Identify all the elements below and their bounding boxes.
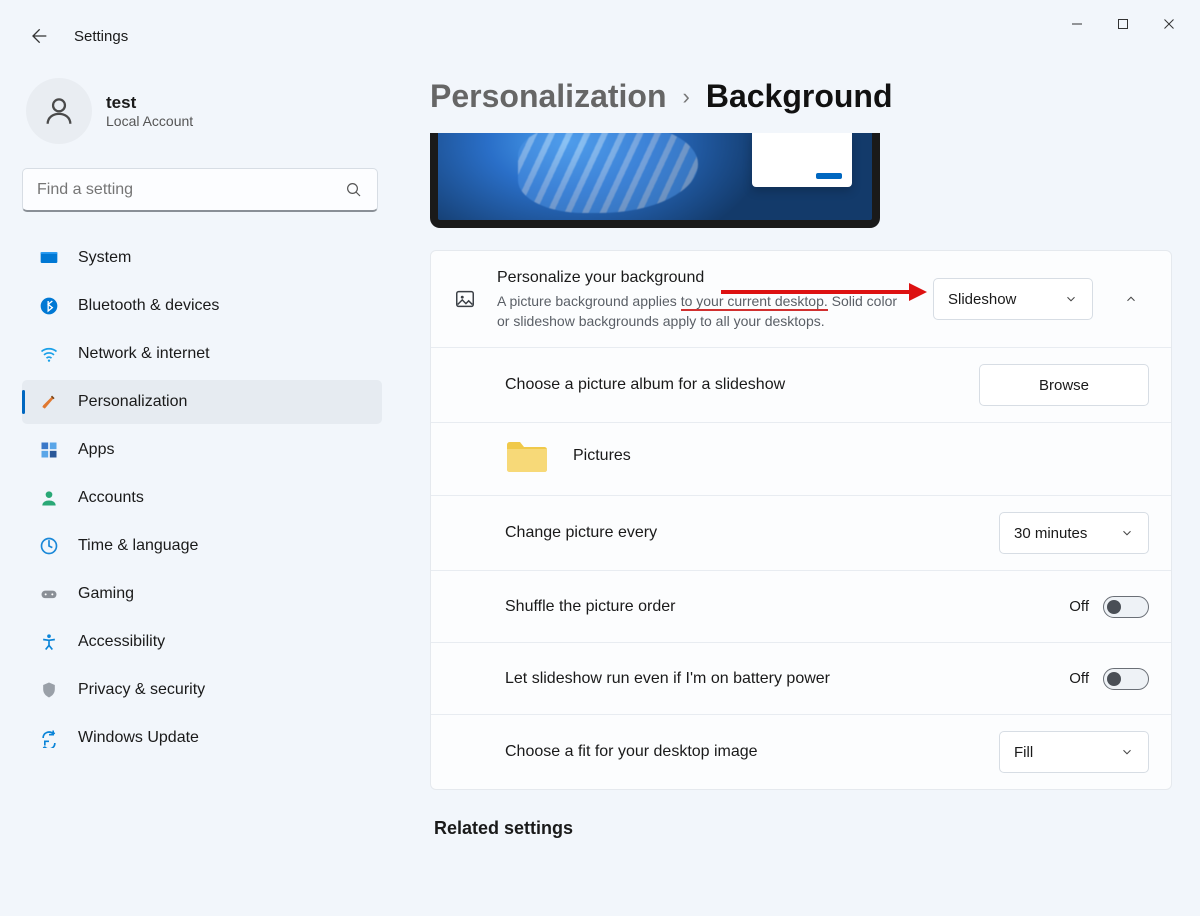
wifi-icon (38, 343, 60, 365)
nav-label: Windows Update (78, 729, 199, 747)
row-title: Change picture every (505, 522, 979, 544)
nav-label: Privacy & security (78, 681, 205, 699)
user-block[interactable]: test Local Account (22, 78, 382, 144)
dropdown-value: Fill (1014, 744, 1033, 761)
row-title: Let slideshow run even if I'm on battery… (505, 668, 1049, 690)
toggle-state-label: Off (1069, 598, 1089, 615)
nav-label: Apps (78, 441, 114, 459)
desktop-preview (430, 133, 880, 228)
person-icon (38, 487, 60, 509)
system-icon (38, 247, 60, 269)
nav-personalization[interactable]: Personalization (22, 380, 382, 424)
row-title: Choose a fit for your desktop image (505, 741, 979, 763)
globe-clock-icon (38, 535, 60, 557)
dropdown-value: 30 minutes (1014, 525, 1087, 542)
selected-album-row[interactable]: Pictures (431, 423, 1171, 496)
nav-privacy[interactable]: Privacy & security (22, 668, 382, 712)
row-fit: Choose a fit for your desktop image Fill (431, 715, 1171, 789)
search-input[interactable] (37, 181, 345, 199)
dropdown-value: Slideshow (948, 291, 1016, 308)
nav-apps[interactable]: Apps (22, 428, 382, 472)
nav-gaming[interactable]: Gaming (22, 572, 382, 616)
nav-label: Bluetooth & devices (78, 297, 219, 315)
nav-label: Accounts (78, 489, 144, 507)
row-battery: Let slideshow run even if I'm on battery… (431, 643, 1171, 715)
nav-label: Gaming (78, 585, 134, 603)
search-box[interactable] (22, 168, 378, 212)
row-shuffle: Shuffle the picture order Off (431, 571, 1171, 643)
row-change-interval: Change picture every 30 minutes (431, 496, 1171, 571)
nav-label: Accessibility (78, 633, 165, 651)
chevron-right-icon: › (683, 84, 690, 110)
bluetooth-icon (38, 295, 60, 317)
row-title: Shuffle the picture order (505, 596, 1049, 618)
interval-dropdown[interactable]: 30 minutes (999, 512, 1149, 554)
close-button[interactable] (1146, 8, 1192, 40)
breadcrumb-current: Background (706, 78, 893, 115)
nav-accounts[interactable]: Accounts (22, 476, 382, 520)
paintbrush-icon (38, 391, 60, 413)
nav-label: Personalization (78, 393, 187, 411)
title-bar (0, 0, 1200, 48)
nav-system[interactable]: System (22, 236, 382, 280)
minimize-button[interactable] (1054, 8, 1100, 40)
chevron-down-icon (1064, 292, 1078, 306)
nav-label: Time & language (78, 537, 198, 555)
nav-time-language[interactable]: Time & language (22, 524, 382, 568)
row-personalize-background: Personalize your background A picture ba… (431, 251, 1171, 348)
breadcrumb-parent[interactable]: Personalization (430, 78, 667, 115)
avatar (26, 78, 92, 144)
folder-icon (505, 437, 549, 475)
related-settings-heading: Related settings (430, 818, 1172, 839)
user-name: test (106, 93, 193, 113)
apps-icon (38, 439, 60, 461)
update-icon (38, 727, 60, 749)
toggle-state-label: Off (1069, 670, 1089, 687)
browse-button[interactable]: Browse (979, 364, 1149, 406)
fit-dropdown[interactable]: Fill (999, 731, 1149, 773)
content-area: Personalization › Background Personalize… (430, 78, 1172, 916)
background-type-dropdown[interactable]: Slideshow (933, 278, 1093, 320)
battery-toggle[interactable] (1103, 668, 1149, 690)
album-folder-name: Pictures (573, 447, 631, 465)
nav-label: Network & internet (78, 345, 210, 363)
chevron-up-icon (1124, 292, 1138, 306)
settings-card: Personalize your background A picture ba… (430, 250, 1172, 790)
row-description: A picture background applies to your cur… (497, 291, 913, 331)
sidebar: test Local Account System Bluetooth & de… (22, 78, 382, 760)
user-account-type: Local Account (106, 113, 193, 129)
expand-collapse-button[interactable] (1113, 292, 1149, 306)
nav-network[interactable]: Network & internet (22, 332, 382, 376)
picture-icon (453, 287, 477, 311)
row-title: Choose a picture album for a slideshow (505, 374, 959, 396)
maximize-button[interactable] (1100, 8, 1146, 40)
gamepad-icon (38, 583, 60, 605)
accessibility-icon (38, 631, 60, 653)
chevron-down-icon (1120, 526, 1134, 540)
top-bar: Settings (26, 24, 128, 48)
nav-accessibility[interactable]: Accessibility (22, 620, 382, 664)
nav-bluetooth[interactable]: Bluetooth & devices (22, 284, 382, 328)
shuffle-toggle[interactable] (1103, 596, 1149, 618)
back-button[interactable] (26, 24, 50, 48)
shield-icon (38, 679, 60, 701)
chevron-down-icon (1120, 745, 1134, 759)
search-icon (345, 181, 363, 199)
app-title: Settings (74, 28, 128, 45)
row-choose-album: Choose a picture album for a slideshow B… (431, 348, 1171, 423)
row-title: Personalize your background (497, 267, 913, 289)
nav-windows-update[interactable]: Windows Update (22, 716, 382, 760)
nav-list: System Bluetooth & devices Network & int… (22, 236, 382, 760)
breadcrumb: Personalization › Background (430, 78, 1172, 115)
nav-label: System (78, 249, 131, 267)
